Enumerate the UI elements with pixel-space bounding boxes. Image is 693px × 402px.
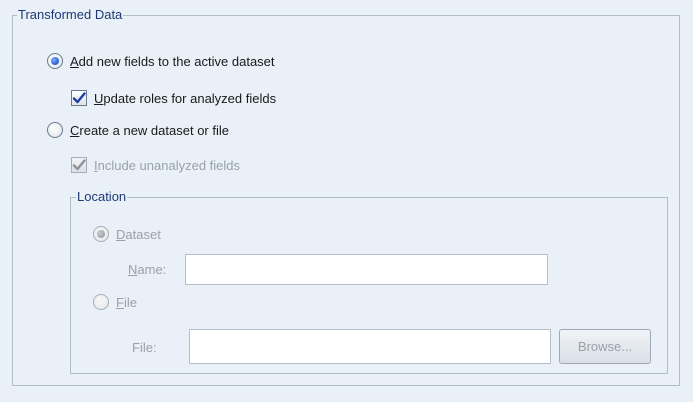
include-unanalyzed-label: Include unanalyzed fields [94, 157, 241, 173]
create-dataset-option[interactable]: Create a new dataset or file [47, 122, 229, 138]
file-option[interactable]: File [93, 294, 137, 310]
dataset-radio[interactable] [93, 226, 109, 242]
update-roles-checkbox[interactable] [71, 90, 87, 106]
checkmark-icon [72, 159, 86, 171]
file-radio[interactable] [93, 294, 109, 310]
location-title: Location [76, 189, 128, 204]
name-label: Name: [128, 262, 167, 277]
dataset-option[interactable]: Dataset [93, 226, 161, 242]
transformed-data-panel: Transformed Data Add new fields to the a… [0, 0, 693, 402]
transformed-data-title: Transformed Data [17, 7, 124, 22]
file-path-input[interactable] [189, 329, 551, 364]
add-fields-label: Add new fields to the active dataset [70, 53, 275, 69]
include-unanalyzed-checkbox[interactable] [71, 157, 87, 173]
update-roles-label: Update roles for analyzed fields [94, 90, 277, 106]
file-path-label: File: [132, 340, 157, 355]
dataset-label: Dataset [116, 226, 161, 242]
create-dataset-label: Create a new dataset or file [70, 122, 229, 138]
checkmark-icon [72, 92, 86, 104]
update-roles-option[interactable]: Update roles for analyzed fields [71, 90, 276, 106]
file-label: File [116, 294, 137, 310]
create-dataset-radio[interactable] [47, 122, 63, 138]
include-unanalyzed-option[interactable]: Include unanalyzed fields [71, 157, 240, 173]
add-fields-radio[interactable] [47, 53, 63, 69]
add-fields-option[interactable]: Add new fields to the active dataset [47, 53, 275, 69]
name-input[interactable] [185, 254, 548, 285]
browse-button[interactable]: Browse... [559, 329, 651, 364]
